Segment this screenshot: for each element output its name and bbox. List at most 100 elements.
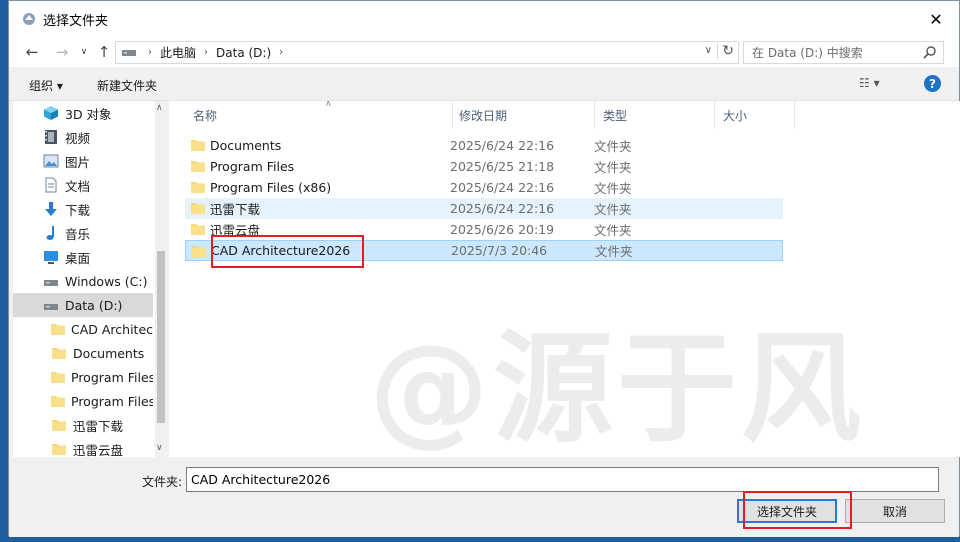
cancel-button[interactable]: 取消 [845,499,945,523]
sort-ascending-icon: ∧ [325,101,332,109]
file-row[interactable]: 迅雷下载 2025/6/24 22:16 文件夹 [185,198,783,219]
nav-item[interactable]: Program Files [13,389,153,413]
file-type: 文件夹 [594,160,632,175]
nav-item-label: Program Files [71,369,153,385]
file-row[interactable]: 迅雷云盘 2025/6/26 20:19 文件夹 [185,219,783,240]
breadcrumb-data-d[interactable]: Data (D:) [216,46,271,60]
nav-item-label: 桌面 [65,250,91,266]
nav-item[interactable]: 视频 [13,125,153,149]
file-name: CAD Architecture2026 [211,243,351,258]
nav-scrollbar-thumb[interactable] [157,251,165,423]
cube-icon [43,105,59,121]
nav-item[interactable]: Data (D:) [13,293,153,317]
file-type: 文件夹 [594,139,632,154]
nav-item-label: 下载 [65,202,91,218]
nav-item-label: Documents [73,345,145,361]
command-bar: 组织 ▾ 新建文件夹 ☷ ▾ ? [9,67,959,101]
watermark: @源于风 [369,320,865,457]
file-modified-date: 2025/6/25 21:18 [450,159,555,174]
column-header-size[interactable]: 大小 [715,101,795,129]
file-modified-date: 2025/6/26 20:19 [450,222,555,237]
nav-item[interactable]: 图片 [13,149,153,173]
up-arrow-icon[interactable]: ↑ [93,41,115,63]
search-icon[interactable] [923,45,937,62]
forward-arrow-icon[interactable]: → [51,41,73,63]
dialog-title: 选择文件夹 [43,13,109,29]
nav-item-label: Windows (C:) [65,273,148,289]
folder-icon [51,345,67,361]
nav-item[interactable]: 3D 对象 [13,101,153,125]
nav-item[interactable]: 迅雷云盘 [13,437,153,457]
file-row[interactable]: Documents 2025/6/24 22:16 文件夹 [185,135,783,156]
drive-icon [43,273,59,289]
search-input[interactable]: 在 Data (D:) 中搜索 [743,41,944,64]
file-row[interactable]: CAD Architecture2026 2025/7/3 20:46 文件夹 [185,240,783,261]
folder-icon [51,417,67,433]
breadcrumb-separator-icon: › [148,47,152,58]
column-header-name[interactable]: 名称 ∧ [185,101,453,129]
folder-icon [191,201,205,218]
nav-item-label: 迅雷下载 [73,418,124,434]
folder-picker-dialog: 选择文件夹 ✕ ← → ∨ ↑ › 此电脑 › Data (D:) › ∨ ↻ … [8,0,960,537]
picture-icon [43,153,59,169]
drive-icon [43,297,59,313]
title-bar: 选择文件夹 ✕ [9,1,959,37]
nav-item[interactable]: Documents [13,341,153,365]
download-icon [43,201,59,217]
view-options-icon[interactable]: ☷ ▾ [859,76,880,90]
file-list: 名称 ∧ 修改日期 类型 大小 Documents 2025/6/24 22:16… [169,101,960,457]
nav-scrollbar[interactable]: ∧ ∨ [155,101,167,457]
nav-item[interactable]: Windows (C:) [13,269,153,293]
music-icon [43,225,59,241]
navigation-pane: 3D 对象视频图片 文档下载音乐桌面 Windows (C:) Data (D:) CA… [13,101,167,457]
folder-icon [51,321,65,337]
refresh-icon[interactable]: ↻ [717,43,734,59]
file-modified-date: 2025/6/24 22:16 [450,201,555,216]
breadcrumb-this-pc[interactable]: 此电脑 [160,44,196,61]
nav-item-label: Data (D:) [65,297,123,313]
column-header-date[interactable]: 修改日期 [451,101,595,129]
breadcrumb-separator-icon: › [279,47,284,58]
address-dropdown-icon[interactable]: ∨ [705,45,712,56]
back-arrow-icon[interactable]: ← [21,41,43,63]
video-icon [43,129,59,145]
nav-item-label: Program Files [71,393,153,409]
nav-item[interactable]: Program Files [13,365,153,389]
nav-item[interactable]: 文档 [13,173,153,197]
folder-name-input[interactable]: CAD Architecture2026 [186,467,939,492]
file-name: Program Files (x86) [210,180,332,195]
nav-item[interactable]: 下载 [13,197,153,221]
folder-icon [191,222,205,239]
recent-locations-chevron-icon[interactable]: ∨ [73,41,95,63]
nav-item[interactable]: 音乐 [13,221,153,245]
dialog-footer: 文件夹: CAD Architecture2026 选择文件夹 取消 [9,457,959,537]
file-type: 文件夹 [595,244,633,259]
file-row[interactable]: Program Files (x86) 2025/6/24 22:16 文件夹 [185,177,783,198]
scroll-up-icon[interactable]: ∧ [156,103,163,113]
address-bar[interactable]: › 此电脑 › Data (D:) › ∨ ↻ [115,41,739,64]
close-button[interactable]: ✕ [913,1,959,37]
file-name: 迅雷下载 [210,202,261,217]
new-folder-button[interactable]: 新建文件夹 [97,77,157,94]
file-type: 文件夹 [594,202,632,217]
folder-icon [51,369,65,385]
nav-item[interactable]: CAD Architect [13,317,153,341]
file-name: 迅雷云盘 [210,223,261,238]
column-header-type[interactable]: 类型 [595,101,715,129]
nav-item[interactable]: 迅雷下载 [13,413,153,437]
drive-icon [122,46,136,60]
select-folder-button[interactable]: 选择文件夹 [737,499,837,523]
help-icon[interactable]: ? [924,75,941,92]
nav-item[interactable]: 桌面 [13,245,153,269]
file-row[interactable]: Program Files 2025/6/25 21:18 文件夹 [185,156,783,177]
file-type: 文件夹 [594,181,632,196]
folder-icon [191,138,205,155]
scroll-down-icon[interactable]: ∨ [156,443,163,453]
file-name: Documents [210,138,282,153]
nav-item-label: 视频 [65,130,91,146]
folder-icon [51,441,67,457]
organize-menu[interactable]: 组织 ▾ [29,77,63,94]
nav-item-label: 音乐 [65,226,91,242]
folder-field-label: 文件夹: [142,475,183,489]
breadcrumb-separator-icon: › [204,47,209,58]
